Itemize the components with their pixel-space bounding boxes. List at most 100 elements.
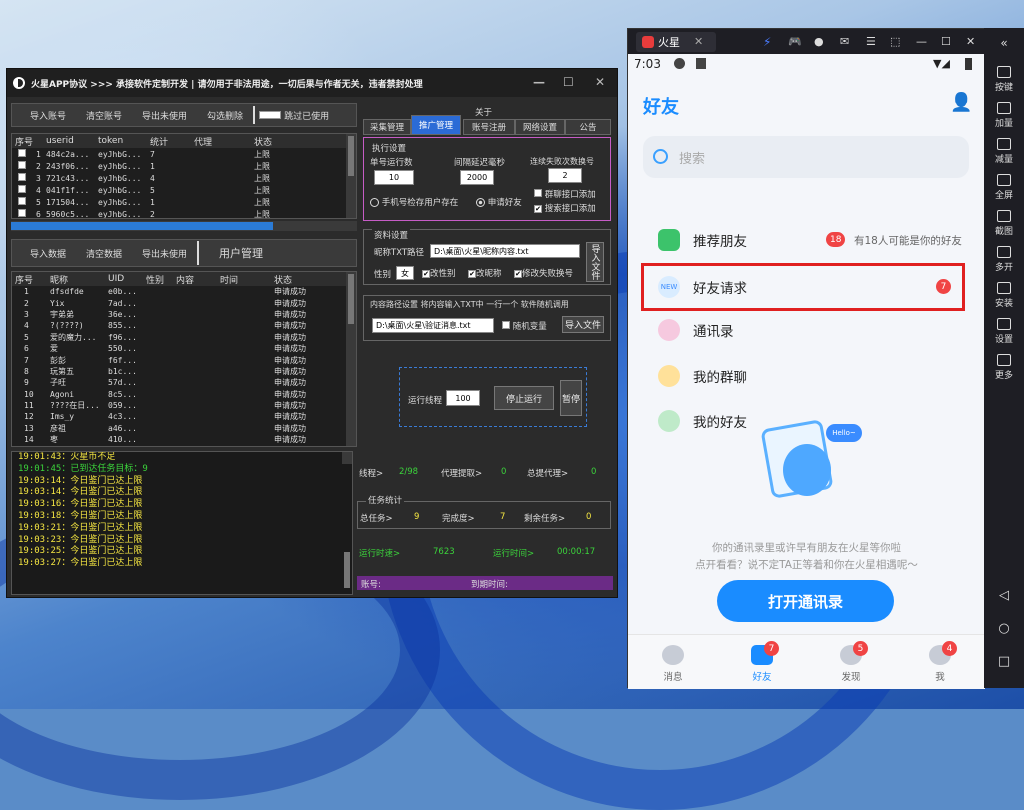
gamepad-icon[interactable]: 🎮 — [788, 35, 802, 48]
sidebar-item-volume-up[interactable]: 加量 — [984, 102, 1024, 129]
bolt-icon[interactable]: ⚡ — [763, 35, 771, 49]
change-gender-checkbox[interactable]: ✔ — [422, 270, 430, 278]
tab-about[interactable]: 关于 — [475, 106, 492, 118]
import-content-file-button[interactable]: 导入文件 — [562, 316, 604, 333]
table-row[interactable]: 2 243f06... eyJhbG... 1 上限 — [12, 160, 356, 172]
maximize-icon[interactable]: ☐ — [563, 75, 574, 89]
back-icon[interactable]: ◁ — [984, 588, 1024, 603]
row-checkbox[interactable] — [18, 197, 26, 205]
skip-used-checkbox[interactable] — [259, 111, 282, 119]
contacts-row[interactable]: 通讯录 — [628, 308, 985, 352]
search-add-checkbox[interactable]: ✔ — [534, 205, 542, 213]
maximize-icon[interactable]: ☐ — [941, 35, 951, 48]
sidebar-item-fullscreen[interactable]: 全屏 — [984, 174, 1024, 201]
tab-notice[interactable]: 公告 — [565, 119, 611, 135]
sidebar-item-volume-down[interactable]: 减量 — [984, 138, 1024, 165]
table-row[interactable]: 5 171504... eyJhbG... 1 上限 — [12, 196, 356, 208]
clear-data-button[interactable]: 清空数据 — [76, 247, 132, 260]
row-checkbox[interactable] — [18, 209, 26, 217]
random-variable-checkbox[interactable] — [502, 321, 510, 329]
apply-friend-radio[interactable] — [476, 198, 485, 207]
minimize-icon[interactable]: — — [533, 75, 545, 89]
tab-network[interactable]: 网络设置 — [515, 119, 565, 135]
sidebar-item-settings[interactable]: 设置 — [984, 318, 1024, 345]
group-add-checkbox[interactable] — [534, 189, 542, 197]
collapse-icon[interactable]: « — [984, 36, 1024, 50]
content-path-input[interactable]: D:\桌面\火星\验证消息.txt — [372, 318, 494, 333]
pause-button[interactable]: 暂停 — [560, 380, 582, 416]
nickname-path-input[interactable]: D:\桌面\火星\昵称内容.txt — [430, 244, 580, 258]
sidebar-item-more[interactable]: 更多 — [984, 354, 1024, 381]
table-row[interactable]: 2 Yix 7ad... 申请成功 — [12, 297, 356, 308]
row-checkbox[interactable] — [18, 161, 26, 169]
table-row[interactable]: 1 dfsdfde e0b... 申请成功 — [12, 286, 356, 297]
export-unused-data-button[interactable]: 导出未使用 — [132, 247, 197, 260]
sidebar-item-multi-instance[interactable]: 多开 — [984, 246, 1024, 273]
gender-input[interactable]: 女 — [396, 266, 414, 280]
sidebar-item-keys[interactable]: 按键 — [984, 66, 1024, 93]
import-accounts-button[interactable]: 导入账号 — [12, 109, 76, 122]
search-box[interactable]: 搜索 — [643, 136, 969, 178]
table-row[interactable]: 6 爱 550... 申请成功 — [12, 343, 356, 354]
add-friend-icon[interactable]: 👤 — [950, 92, 972, 113]
close-icon[interactable]: ✕ — [595, 75, 605, 89]
tab-close-icon[interactable]: ✕ — [694, 35, 703, 48]
table-row[interactable]: 12 Ims_y 4c3... 申请成功 — [12, 411, 356, 422]
tab-promotion[interactable]: 推广管理 — [411, 115, 461, 135]
sidebar-item-screenshot[interactable]: 截图 — [984, 210, 1024, 237]
table-row[interactable]: 7 彭彭 f6f... 申请成功 — [12, 354, 356, 365]
table-row[interactable]: 4 ?(????) 855... 申请成功 — [12, 320, 356, 331]
minimize-icon[interactable]: — — [916, 35, 927, 48]
table-row[interactable]: 3 宇弟弟 36e... 申请成功 — [12, 309, 356, 320]
stop-run-button[interactable]: 停止运行 — [494, 386, 554, 410]
sidebar-item-install[interactable]: 安装 — [984, 282, 1024, 309]
single-count-input[interactable]: 10 — [374, 170, 414, 185]
account-table-scrollbar[interactable] — [346, 134, 356, 218]
account-table-hscroll[interactable] — [11, 221, 357, 231]
threads-input[interactable]: 100 — [446, 390, 480, 406]
fail-count-input[interactable]: 2 — [548, 168, 582, 183]
menu-icon[interactable]: ☰ — [866, 35, 876, 48]
log-scrollbar[interactable] — [342, 452, 352, 588]
table-row[interactable]: 13 彦祖 a46... 申请成功 — [12, 423, 356, 434]
table-row[interactable]: 14 枣 410... 申请成功 — [12, 434, 356, 445]
change-nickname-checkbox[interactable]: ✔ — [468, 270, 476, 278]
emulator-tab[interactable]: 火星 ✕ — [636, 31, 716, 52]
nav-me[interactable]: 我 4 — [920, 641, 960, 683]
home-icon[interactable]: ○ — [984, 621, 1024, 636]
my-groups-row[interactable]: 我的群聊 — [628, 354, 985, 398]
clear-accounts-button[interactable]: 清空账号 — [76, 109, 132, 122]
recent-icon[interactable]: □ — [984, 654, 1024, 669]
close-icon[interactable]: ✕ — [966, 35, 975, 48]
table-row[interactable]: 1 484c2a... eyJhbG... 7 上限 — [12, 148, 356, 160]
import-data-button[interactable]: 导入数据 — [12, 247, 76, 260]
nav-messages[interactable]: 消息 — [653, 645, 693, 683]
delete-checked-button[interactable]: 勾选删除 — [197, 109, 253, 122]
recommend-friends-row[interactable]: 推荐朋友 18 有18人可能是你的好友 — [628, 218, 985, 262]
mail-icon[interactable]: ✉ — [840, 35, 849, 48]
table-row[interactable]: 9 子旺 57d... 申请成功 — [12, 377, 356, 388]
export-unused-button[interactable]: 导出未使用 — [132, 109, 197, 122]
user-table-scrollbar[interactable] — [346, 272, 356, 446]
table-row[interactable]: 10 Agoni 8c5... 申请成功 — [12, 389, 356, 400]
nav-friends[interactable]: 好友 7 — [742, 641, 782, 683]
tab-register[interactable]: 账号注册 — [463, 119, 515, 135]
restore-icon[interactable]: ⬚ — [890, 35, 900, 48]
fail-switch-checkbox[interactable]: ✔ — [514, 270, 522, 278]
row-checkbox[interactable] — [18, 173, 26, 181]
table-row[interactable]: 5 爱的魔力... f96... 申请成功 — [12, 332, 356, 343]
table-row[interactable]: 6 5960c5... eyJhbG... 2 上限 — [12, 208, 356, 218]
table-row[interactable]: 8 玩第五 b1c... 申请成功 — [12, 366, 356, 377]
import-nickname-file-button[interactable]: 导入文件 — [586, 242, 604, 282]
friend-request-row[interactable]: NEW 好友请求 7 — [641, 263, 965, 311]
check-existing-radio[interactable] — [370, 198, 379, 207]
open-contacts-button[interactable]: 打开通讯录 — [717, 580, 894, 622]
nav-discover[interactable]: 发现 5 — [831, 641, 871, 683]
table-row[interactable]: 3 721c43... eyJhbG... 4 上限 — [12, 172, 356, 184]
interval-input[interactable]: 2000 — [460, 170, 494, 185]
table-row[interactable]: 4 041f1f... eyJhbG... 5 上限 — [12, 184, 356, 196]
row-checkbox[interactable] — [18, 149, 26, 157]
table-row[interactable]: 11 ????在日... 059... 申请成功 — [12, 400, 356, 411]
row-checkbox[interactable] — [18, 185, 26, 193]
tab-collect[interactable]: 采集管理 — [363, 119, 411, 135]
